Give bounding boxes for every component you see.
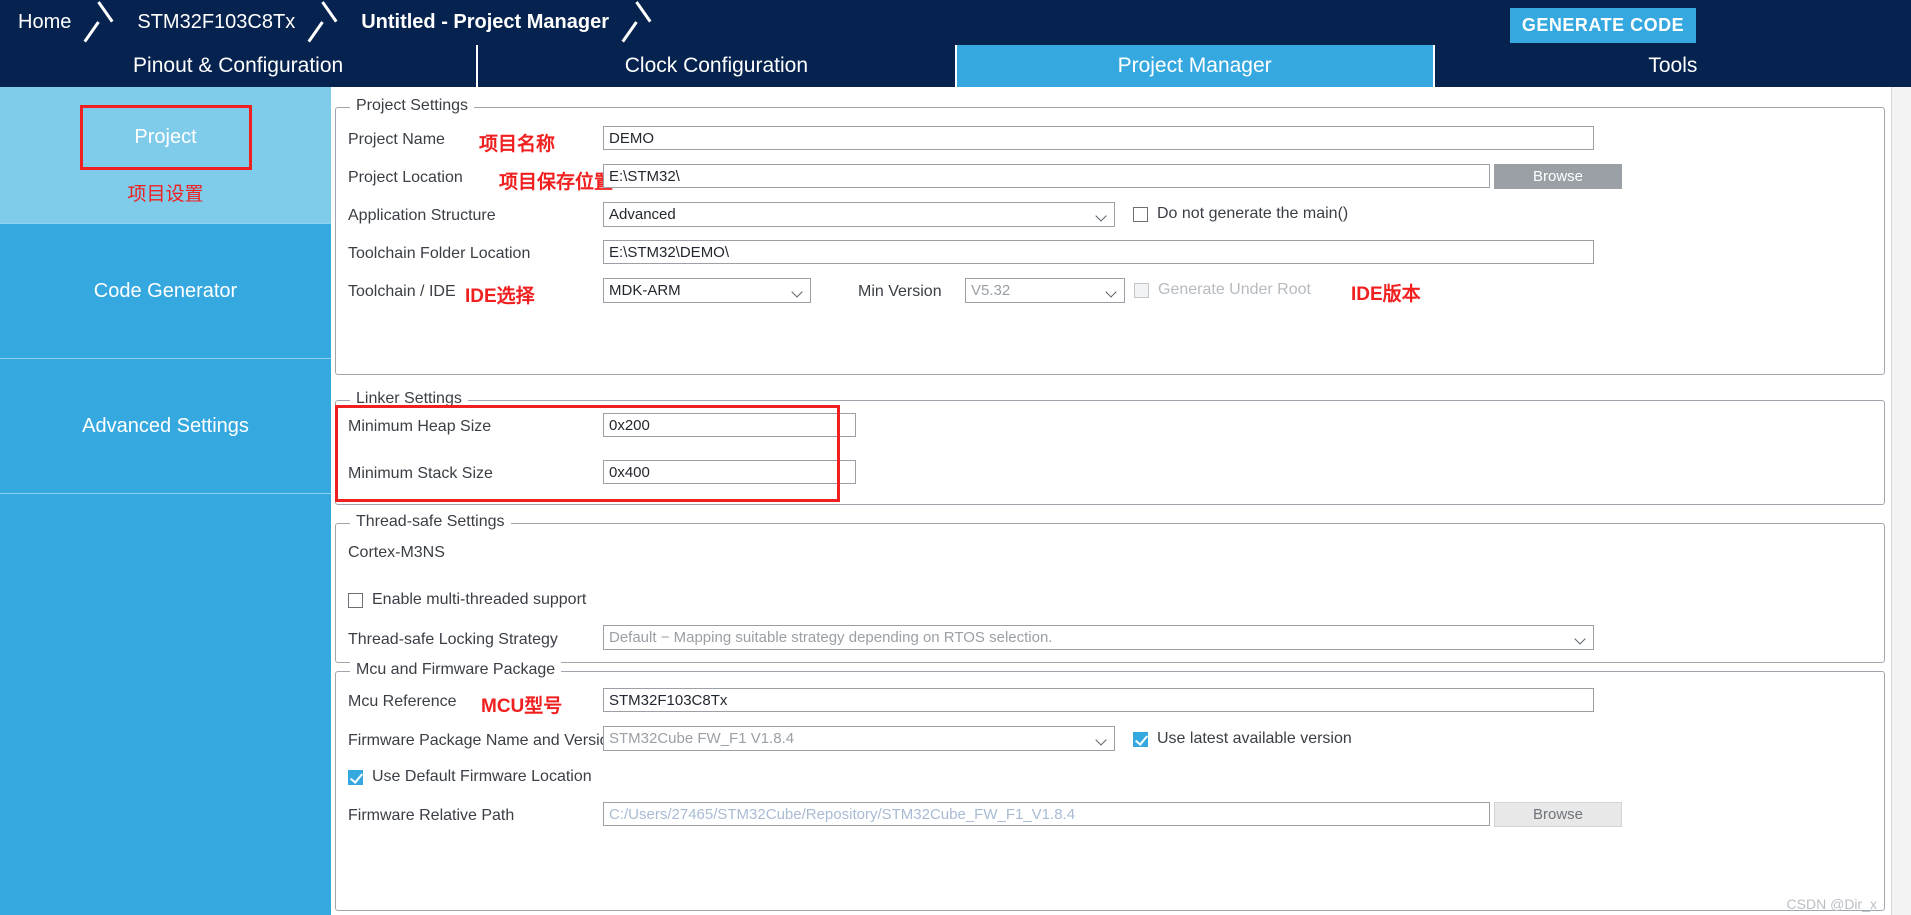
sidebar-item-project-annotation: 项目设置 [127, 183, 204, 205]
thread-safe-locking-strategy-select[interactable]: Default − Mapping suitable strategy depe… [603, 625, 1594, 650]
checkbox-checked-icon [348, 769, 363, 785]
toolchain-folder-location-label: Toolchain Folder Location [348, 245, 531, 262]
project-location-annotation: 项目保存位置 [499, 172, 614, 193]
enable-multithreaded-support-label: Enable multi-threaded support [372, 591, 587, 608]
breadcrumb-label: Untitled - Project Manager [361, 11, 610, 33]
tab-tools[interactable]: Tools [1434, 45, 1911, 87]
minimum-stack-size-label: Minimum Stack Size [348, 465, 493, 482]
mcu-reference-annotation: MCU型号 [481, 696, 563, 717]
watermark: CSDN @Dir_x [1786, 896, 1877, 912]
sidebar-item-label: Advanced Settings [82, 414, 249, 437]
tab-pinout-configuration[interactable]: Pinout & Configuration [0, 45, 479, 87]
use-default-firmware-location-label: Use Default Firmware Location [372, 768, 592, 785]
sidebar-item-code-generator[interactable]: Code Generator [0, 224, 331, 359]
chevron-right-icon [85, 0, 119, 45]
firmware-relative-path-label: Firmware Relative Path [348, 807, 515, 824]
checkbox-checked-icon [1133, 731, 1148, 747]
mcu-reference-input[interactable]: STM32F103C8Tx [603, 688, 1594, 712]
application-structure-label: Application Structure [348, 207, 496, 224]
minimum-stack-size-input[interactable]: 0x400 [603, 460, 856, 484]
do-not-generate-main-label: Do not generate the main() [1157, 205, 1349, 222]
toolchain-ide-label: Toolchain / IDE [348, 283, 456, 300]
min-version-annotation: IDE版本 [1351, 284, 1421, 305]
tab-clock-configuration[interactable]: Clock Configuration [478, 45, 957, 87]
firmware-relative-path-input[interactable]: C:/Users/27465/STM32Cube/Repository/STM3… [603, 802, 1490, 826]
enable-multithreaded-support-checkbox[interactable]: Enable multi-threaded support [348, 591, 586, 609]
vertical-scrollbar[interactable] [1891, 87, 1911, 915]
min-version-label: Min Version [858, 283, 942, 300]
sidebar-item-project-highlight: Project [79, 104, 252, 170]
breadcrumb-item-mcu[interactable]: STM32F103C8Tx [119, 0, 295, 45]
mcu-firmware-package-title: Mcu and Firmware Package [350, 661, 562, 679]
linker-settings-title: Linker Settings [350, 390, 468, 408]
sidebar-item-advanced-settings[interactable]: Advanced Settings [0, 359, 331, 494]
project-location-input[interactable]: E:\STM32\ [603, 164, 1490, 188]
project-name-label: Project Name [348, 131, 445, 148]
min-version-select[interactable]: V5.32 [965, 278, 1125, 303]
chevron-right-icon [309, 0, 343, 45]
breadcrumb-item-home[interactable]: Home [0, 0, 71, 45]
chevron-right-icon [623, 0, 657, 45]
project-name-input[interactable]: DEMO [603, 126, 1594, 150]
generate-under-root-label: Generate Under Root [1158, 281, 1311, 298]
cortex-core-label: Cortex-M3NS [348, 544, 445, 561]
sidebar-item-label: Code Generator [93, 279, 238, 302]
project-location-label: Project Location [348, 169, 463, 186]
project-manager-panel: Project Settings Project Name 项目名称 DEMO … [331, 87, 1891, 915]
breadcrumb-item-project-manager[interactable]: Untitled - Project Manager [343, 0, 609, 45]
linker-settings-group: Linker Settings [335, 390, 1885, 505]
application-structure-select[interactable]: Advanced [603, 202, 1115, 227]
use-latest-available-version-checkbox[interactable]: Use latest available version [1133, 730, 1352, 748]
breadcrumb-label: Home [18, 11, 72, 33]
checkbox-icon [1133, 206, 1148, 222]
toolchain-folder-location-input[interactable]: E:\STM32\DEMO\ [603, 240, 1594, 264]
do-not-generate-main-checkbox[interactable]: Do not generate the main() [1133, 205, 1348, 223]
minimum-heap-size-input[interactable]: 0x200 [603, 413, 856, 437]
toolchain-ide-select[interactable]: MDK-ARM [603, 278, 811, 303]
project-location-browse-button[interactable]: Browse [1494, 164, 1622, 189]
generate-code-button[interactable]: GENERATE CODE [1510, 8, 1696, 43]
thread-safe-locking-strategy-label: Thread-safe Locking Strategy [348, 631, 558, 648]
mcu-reference-label: Mcu Reference [348, 693, 457, 710]
breadcrumb-label: STM32F103C8Tx [137, 11, 296, 33]
tab-project-manager[interactable]: Project Manager [956, 45, 1435, 87]
sidebar-item-label: Project [134, 125, 197, 148]
checkbox-icon [1134, 282, 1149, 298]
sidebar-item-project[interactable]: Project 项目设置 [0, 87, 331, 224]
main-tab-strip: Pinout & Configuration Clock Configurati… [0, 45, 1911, 87]
firmware-relative-path-browse-button[interactable]: Browse [1494, 802, 1622, 827]
toolchain-ide-annotation: IDE选择 [465, 286, 535, 307]
project-settings-title: Project Settings [350, 97, 475, 115]
firmware-package-label: Firmware Package Name and Version [348, 732, 618, 749]
checkbox-icon [348, 592, 363, 608]
sidebar-filler [0, 494, 331, 914]
minimum-heap-size-label: Minimum Heap Size [348, 418, 492, 435]
thread-safe-settings-title: Thread-safe Settings [350, 513, 511, 531]
generate-under-root-checkbox: Generate Under Root [1134, 281, 1311, 299]
sidebar: Project 项目设置 Code Generator Advanced Set… [0, 87, 331, 915]
use-default-firmware-location-checkbox[interactable]: Use Default Firmware Location [348, 768, 592, 786]
use-latest-available-version-label: Use latest available version [1157, 730, 1352, 747]
project-name-annotation: 项目名称 [479, 134, 556, 155]
firmware-package-select[interactable]: STM32Cube FW_F1 V1.8.4 [603, 726, 1115, 751]
